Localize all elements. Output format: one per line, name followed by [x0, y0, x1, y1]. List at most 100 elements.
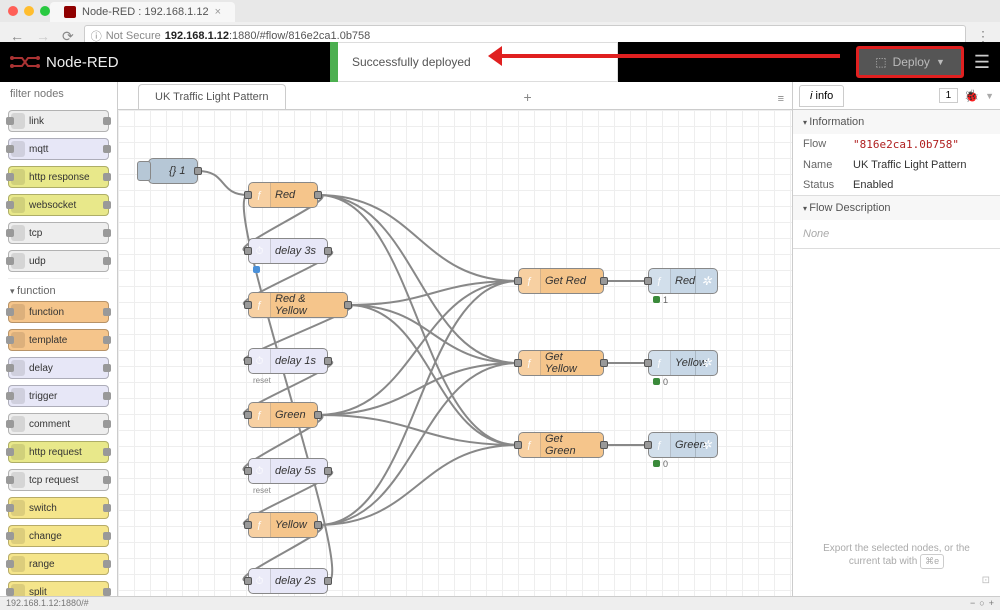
minimize-window-icon[interactable] — [24, 6, 34, 16]
flow-node[interactable]: ⏱delay 5sreset — [248, 458, 328, 484]
hint-close-icon[interactable]: ⊡ — [982, 575, 990, 586]
flow-node[interactable]: ⏱delay 2sreset — [248, 568, 328, 594]
palette-node[interactable]: tcp — [8, 222, 109, 244]
palette-node[interactable]: mqtt — [8, 138, 109, 160]
palette-node[interactable]: template — [8, 329, 109, 351]
palette-node[interactable]: split — [8, 581, 109, 596]
flow-node[interactable]: ⏱ delay 3s — [248, 238, 328, 264]
flow-node[interactable]: ƒGreen — [248, 402, 318, 428]
sidebar: i info 1 🐞 ▼ Information Flow"816e2ca1.0… — [792, 82, 1000, 596]
palette-node[interactable]: http request — [8, 441, 109, 463]
chevron-down-icon[interactable]: ▼ — [936, 57, 945, 67]
browser-chrome: Node-RED : 192.168.1.12 × ← → ⟳ ⓘ Not Se… — [0, 0, 1000, 42]
node-type-icon: ⏱ — [249, 569, 271, 593]
flow-node[interactable]: ƒ Get Red — [518, 268, 604, 294]
toast-message: Successfully deployed — [338, 42, 618, 82]
deploy-button[interactable]: ⬚ Deploy ▼ — [856, 46, 964, 78]
zoom-in-button[interactable]: + — [989, 598, 994, 609]
palette-node[interactable]: websocket — [8, 194, 109, 216]
palette-node[interactable]: udp — [8, 250, 109, 272]
flow-node[interactable]: ƒ Yellow — [248, 512, 318, 538]
flow-node[interactable]: ƒRed1✲ — [648, 268, 718, 294]
node-type-icon: ƒ — [519, 269, 541, 293]
deploy-label: Deploy — [893, 55, 930, 69]
flow-node[interactable]: ƒGreen0✲ — [648, 432, 718, 458]
flow-node[interactable]: ƒ Red — [248, 182, 318, 208]
inject-label: {} 1 — [169, 165, 186, 177]
tab-list-button[interactable]: ≡ — [770, 89, 792, 109]
sidebar-hint: Export the selected nodes, or the curren… — [793, 533, 1000, 596]
hamburger-menu-icon[interactable]: ☰ — [974, 52, 990, 73]
rpi-icon: ✲ — [695, 351, 717, 375]
deploy-toast: Successfully deployed — [330, 42, 618, 82]
tab-close-icon[interactable]: × — [215, 6, 221, 18]
section-information[interactable]: Information — [793, 110, 1000, 134]
node-label: Red — [275, 189, 295, 201]
rpi-icon: ✲ — [695, 269, 717, 293]
node-label: delay 1s — [275, 355, 316, 367]
node-type-icon: ƒ — [249, 183, 271, 207]
sidebar-caret-icon[interactable]: ▼ — [985, 91, 994, 101]
node-type-icon: ⏱ — [249, 459, 271, 483]
node-label: delay 5s — [275, 465, 316, 477]
flow-canvas[interactable]: {} 1 ƒ Red ⏱ delay 3s ƒRed & Yellow ⏱ delay 1s… — [118, 110, 792, 596]
node-type-icon: ƒ — [519, 351, 541, 375]
zoom-reset-button[interactable]: ○ — [979, 598, 984, 609]
palette-node[interactable]: tcp request — [8, 469, 109, 491]
node-label: Get Red — [545, 275, 586, 287]
node-label: Get Yellow — [545, 351, 595, 375]
palette-node[interactable]: delay — [8, 357, 109, 379]
browser-tab[interactable]: Node-RED : 192.168.1.12 × — [50, 2, 235, 22]
flow-id-value: "816e2ca1.0b758" — [853, 138, 959, 151]
palette-node[interactable]: http response — [8, 166, 109, 188]
deploy-icon: ⬚ — [875, 55, 886, 69]
node-type-icon: ƒ — [519, 433, 541, 457]
sidebar-tab-info[interactable]: i info — [799, 85, 844, 107]
rpi-icon: ✲ — [695, 433, 717, 457]
flow-node[interactable]: ƒRed & Yellow — [248, 292, 348, 318]
app-title: Node-RED — [46, 54, 119, 71]
palette-node[interactable]: change — [8, 525, 109, 547]
node-type-icon: ƒ — [649, 351, 671, 375]
status-url: 192.168.1.12:1880/# — [6, 598, 89, 609]
node-type-icon: ⏱ — [249, 239, 271, 263]
favicon-icon — [64, 6, 76, 18]
section-description[interactable]: Flow Description — [793, 196, 1000, 220]
palette-node[interactable]: function — [8, 301, 109, 323]
palette-node[interactable]: trigger — [8, 385, 109, 407]
palette-node[interactable]: comment — [8, 413, 109, 435]
palette-category[interactable]: function — [8, 278, 109, 301]
not-secure-label: Not Secure — [106, 30, 161, 42]
node-label: Yellow — [275, 519, 307, 531]
maximize-window-icon[interactable] — [40, 6, 50, 16]
node-label: delay 3s — [275, 245, 316, 257]
workspace: UK Traffic Light Pattern + ≡ {} 1 ƒRed⏱d… — [118, 82, 792, 596]
tab-title: Node-RED : 192.168.1.12 — [82, 6, 209, 18]
node-type-icon: ƒ — [649, 433, 671, 457]
flow-node[interactable]: ƒYellow0✲ — [648, 350, 718, 376]
flow-node[interactable]: ⏱delay 1sreset — [248, 348, 328, 374]
flow-name-value: UK Traffic Light Pattern — [853, 159, 967, 171]
palette-filter-input[interactable] — [6, 86, 111, 102]
url-text: 192.168.1.12:1880/#flow/816e2ca1.0b758 — [165, 30, 371, 42]
node-label: Get Green — [545, 433, 595, 457]
flow-node[interactable]: ƒGet Green — [518, 432, 604, 458]
add-tab-button[interactable]: + — [515, 85, 539, 109]
node-type-icon: ⏱ — [249, 349, 271, 373]
inject-trigger-button[interactable] — [137, 161, 151, 181]
sidebar-count: 1 — [939, 88, 959, 103]
palette-node[interactable]: link — [8, 110, 109, 132]
node-type-icon: ƒ — [249, 403, 271, 427]
zoom-out-button[interactable]: − — [970, 598, 975, 609]
palette-node[interactable]: range — [8, 553, 109, 575]
description-body: None — [793, 220, 1000, 248]
node-type-icon: ƒ — [249, 293, 271, 317]
inject-node[interactable]: {} 1 — [148, 158, 198, 184]
close-window-icon[interactable] — [8, 6, 18, 16]
palette-list[interactable]: link mqtt http response websocket tcp udp func… — [0, 106, 117, 596]
node-type-icon: ƒ — [249, 513, 271, 537]
flow-tab[interactable]: UK Traffic Light Pattern — [138, 84, 286, 109]
palette-node[interactable]: switch — [8, 497, 109, 519]
flow-node[interactable]: ƒGet Yellow — [518, 350, 604, 376]
sidebar-debug-icon[interactable]: 🐞 — [964, 89, 979, 103]
